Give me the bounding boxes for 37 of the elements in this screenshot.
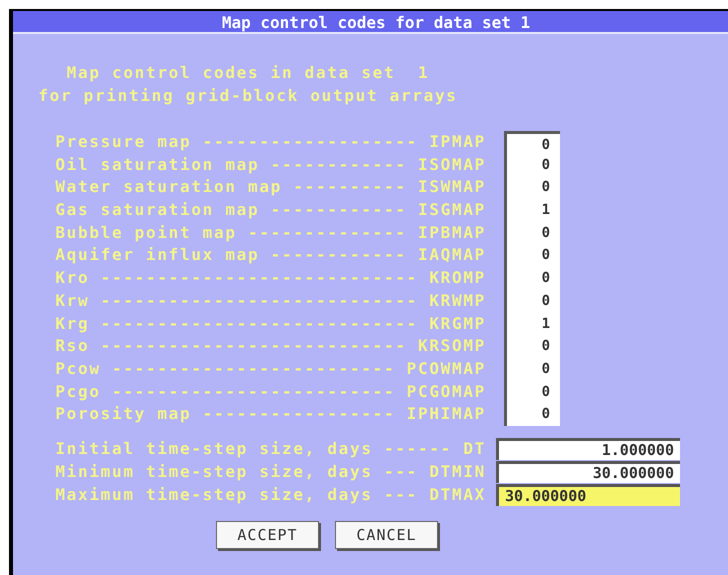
input-field[interactable]: 0 bbox=[504, 267, 560, 290]
input-field[interactable]: 0 bbox=[504, 222, 560, 244]
accept-button[interactable]: ACCEPT bbox=[216, 520, 319, 549]
input-field[interactable]: 1.000000 bbox=[496, 438, 680, 460]
input-field[interactable]: 0 bbox=[504, 154, 560, 176]
field-label: Minimum time-step size, days --- DTMIN bbox=[54, 461, 486, 484]
input-field[interactable]: 1 bbox=[504, 199, 560, 222]
input-field[interactable]: 0 bbox=[504, 244, 560, 268]
heading-text: Map control codes in data set 1 bbox=[66, 62, 430, 84]
field-label: Rso --------------------------- KRSOMP bbox=[54, 335, 486, 358]
heading-text: for printing grid-block output arrays bbox=[37, 85, 459, 107]
input-field[interactable]: 0 bbox=[504, 290, 560, 312]
cancel-button[interactable]: CANCEL bbox=[335, 520, 438, 549]
window-title: Map control codes for data set 1 bbox=[13, 11, 728, 34]
field-label: Gas saturation map ------------ ISGMAP bbox=[54, 199, 486, 222]
field-label: Krg ---------------------------- KRGMP bbox=[54, 312, 486, 334]
field-label: Pressure map ------------------- IPMAP bbox=[54, 131, 486, 153]
input-field[interactable]: 0 bbox=[504, 335, 560, 358]
field-label: Pcgo ------------------------- PCGOMAP bbox=[54, 380, 486, 403]
input-field[interactable]: 0 bbox=[504, 358, 560, 381]
input-field[interactable]: 0 bbox=[504, 403, 560, 426]
field-label: Kro ---------------------------- KROMP bbox=[54, 267, 486, 290]
input-field[interactable]: 30.000000 bbox=[496, 461, 680, 484]
input-field[interactable]: 1 bbox=[504, 312, 560, 336]
field-label: Water saturation map ---------- ISWMAP bbox=[54, 176, 486, 198]
input-field[interactable]: 0 bbox=[504, 380, 560, 404]
field-label: Oil saturation map ------------ ISOMAP bbox=[54, 154, 486, 176]
input-field[interactable]: 0 bbox=[504, 131, 560, 154]
field-label: Krw ---------------------------- KRWMP bbox=[54, 290, 486, 312]
input-field[interactable]: 30.000000 bbox=[496, 484, 680, 506]
field-label: Aquifer influx map ------------ IAQMAP bbox=[54, 244, 486, 266]
field-label: Pcow ------------------------- PCOWMAP bbox=[54, 358, 486, 380]
field-label: Maximum time-step size, days --- DTMAX bbox=[54, 484, 486, 506]
field-label: Bubble point map -------------- IPBMAP bbox=[54, 222, 486, 244]
input-field[interactable]: 0 bbox=[504, 176, 560, 200]
field-label: Initial time-step size, days ------ DT bbox=[54, 438, 486, 460]
field-label: Porosity map ----------------- IPHIMAP bbox=[54, 403, 486, 426]
